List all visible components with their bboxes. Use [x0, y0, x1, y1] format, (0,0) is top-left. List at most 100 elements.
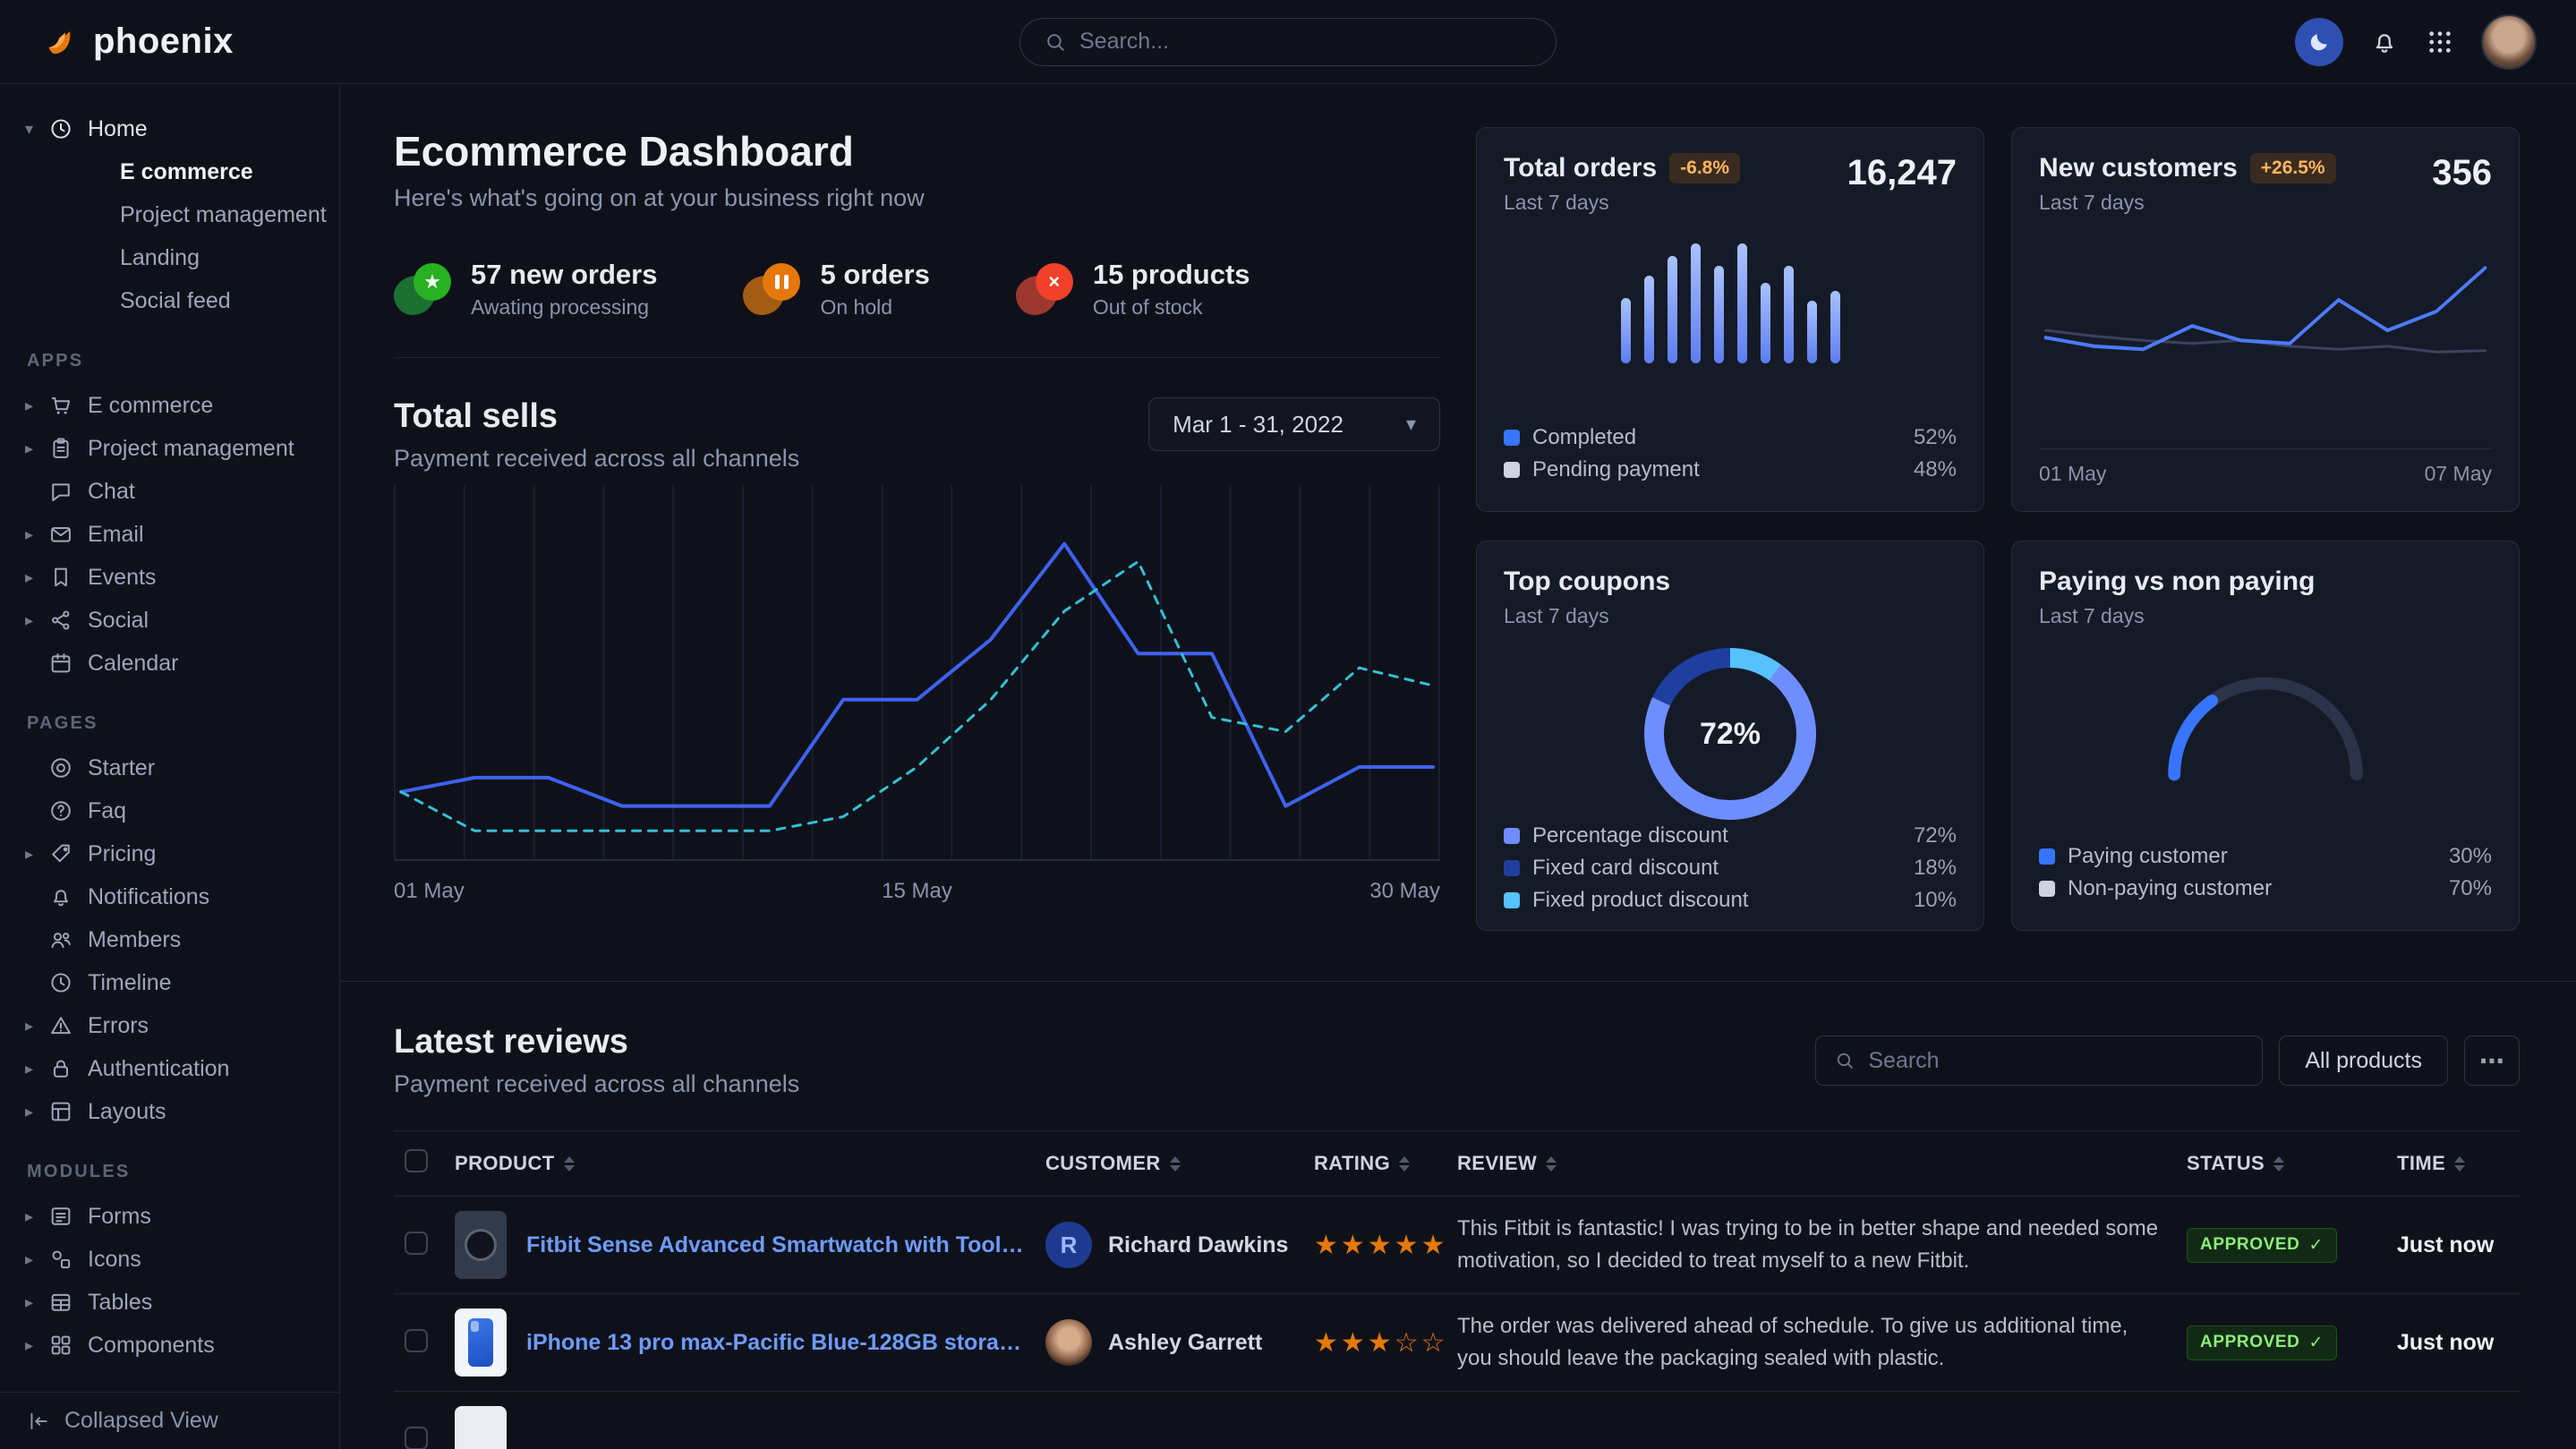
column-header-review[interactable]: REVIEW: [1446, 1131, 2176, 1197]
column-header-product[interactable]: PRODUCT: [444, 1131, 1035, 1197]
main-content: Ecommerce Dashboard Here's what's going …: [340, 84, 2576, 1449]
collapse-label: Collapsed View: [64, 1408, 218, 1434]
row-checkbox[interactable]: [405, 1232, 428, 1255]
sidebar-item-project-management[interactable]: ▸Project management: [0, 427, 339, 470]
card-period: Last 7 days: [2039, 604, 2492, 628]
sidebar-subitem-e-commerce[interactable]: E commerce: [0, 150, 339, 193]
sort-icon: [1170, 1156, 1181, 1172]
legend-label: Fixed product discount: [1532, 888, 1901, 913]
legend-value: 10%: [1914, 888, 1957, 913]
column-header-customer[interactable]: CUSTOMER: [1035, 1131, 1303, 1197]
sidebar-item-e-commerce[interactable]: ▸E commerce: [0, 384, 339, 427]
apps-grid-button[interactable]: [2426, 28, 2454, 56]
page-title: Ecommerce Dashboard: [394, 127, 1440, 175]
total-sells-title: Total sells: [394, 397, 799, 436]
legend-item: Pending payment48%: [1504, 454, 1957, 486]
status-badge: APPROVED✓: [2187, 1228, 2337, 1263]
legend-value: 70%: [2449, 876, 2492, 901]
phone-body: [468, 1318, 493, 1367]
customer-avatar: R: [1045, 1222, 1092, 1268]
notifications-button[interactable]: [2370, 28, 2399, 56]
sidebar-subitem-social-feed[interactable]: Social feed: [0, 279, 339, 322]
column-header-time[interactable]: TIME: [2386, 1131, 2520, 1197]
sidebar-subitem-project-management[interactable]: Project management: [0, 193, 339, 236]
sidebar-item-components[interactable]: ▸Components: [0, 1324, 339, 1367]
global-search[interactable]: [1019, 18, 1557, 66]
new-customers-x-axis: 01 May07 May: [2039, 448, 2492, 486]
status-label: APPROVED: [2200, 1333, 2299, 1352]
all-products-button[interactable]: All products: [2279, 1036, 2448, 1086]
reviews-search-input[interactable]: [1868, 1048, 2244, 1074]
product-link[interactable]: Fitbit Sense Advanced Smartwatch with To…: [526, 1232, 1024, 1258]
sidebar-item-faq[interactable]: Faq: [0, 789, 339, 832]
sidebar-item-tables[interactable]: ▸Tables: [0, 1281, 339, 1324]
caret-right-icon: ▸: [25, 1103, 48, 1121]
sidebar-item-notifications[interactable]: Notifications: [0, 875, 339, 918]
brand[interactable]: phoenix: [39, 20, 234, 64]
cart-icon: [48, 393, 88, 418]
sidebar-item-pricing[interactable]: ▸Pricing: [0, 832, 339, 875]
stat-icon-wrap: ★: [394, 263, 451, 315]
sidebar-item-authentication[interactable]: ▸Authentication: [0, 1047, 339, 1090]
change-badge: +26.5%: [2250, 153, 2336, 183]
row-checkbox[interactable]: [405, 1427, 428, 1449]
review-text: This Fitbit is fantastic! I was trying t…: [1457, 1213, 2164, 1277]
legend-item: Fixed product discount 10%: [1504, 884, 1957, 916]
sidebar-item-label: Starter: [88, 755, 321, 781]
bar: [1761, 283, 1770, 363]
review-time: Just now: [2397, 1330, 2494, 1355]
sidebar-item-layouts[interactable]: ▸Layouts: [0, 1090, 339, 1133]
card-period: Last 7 days: [2039, 191, 2336, 215]
product-link[interactable]: iPhone 13 pro max-Pacific Blue-128GB sto…: [526, 1330, 1024, 1356]
alert-icon: [48, 1013, 88, 1038]
sidebar-item-calendar[interactable]: Calendar: [0, 642, 339, 685]
customer-avatar: [1045, 1319, 1092, 1366]
global-search-input[interactable]: [1079, 29, 1532, 55]
select-all-checkbox[interactable]: [405, 1149, 428, 1172]
sidebar-item-members[interactable]: Members: [0, 918, 339, 961]
sidebar-item-label: Social: [88, 608, 321, 634]
sidebar-subitem-landing[interactable]: Landing: [0, 236, 339, 279]
paying-legend: Paying customer30%Non-paying customer70%: [2039, 840, 2492, 905]
theme-toggle-button[interactable]: [2295, 18, 2343, 66]
sidebar-item-starter[interactable]: Starter: [0, 746, 339, 789]
sidebar-item-label: Pricing: [88, 841, 321, 867]
total-sells-x-axis: 01 May15 May30 May: [394, 879, 1440, 904]
column-header-inner: STATUS: [2187, 1152, 2376, 1175]
column-header-rating[interactable]: RATING: [1303, 1131, 1446, 1197]
total-orders-value: 16,247: [1847, 153, 1957, 193]
sidebar-item-icons[interactable]: ▸Icons: [0, 1238, 339, 1281]
bar: [1621, 298, 1631, 363]
user-avatar[interactable]: [2481, 14, 2537, 70]
row-checkbox[interactable]: [405, 1329, 428, 1352]
x-tick: 01 May: [394, 879, 465, 904]
stat-text: 15 productsOut of stock: [1093, 259, 1250, 320]
product-cell: Fitbit Sense Advanced Smartwatch with To…: [455, 1211, 1024, 1279]
date-range-value: Mar 1 - 31, 2022: [1173, 411, 1343, 439]
sidebar-item-social[interactable]: ▸Social: [0, 599, 339, 642]
sidebar-item-home[interactable]: ▾Home: [0, 107, 339, 150]
bar: [1737, 243, 1747, 363]
top-navbar: phoenix: [0, 0, 2576, 84]
sidebar-item-events[interactable]: ▸Events: [0, 556, 339, 599]
sidebar-item-errors[interactable]: ▸Errors: [0, 1004, 339, 1047]
column-header-status[interactable]: STATUS: [2176, 1131, 2386, 1197]
customer-cell: Ashley Garrett: [1045, 1319, 1292, 1366]
legend-swatch: [2039, 881, 2055, 897]
x-tick: 30 May: [1369, 879, 1440, 904]
form-icon: [48, 1204, 88, 1229]
coupons-donut-chart: 72%: [1644, 648, 1816, 820]
sidebar-item-timeline[interactable]: Timeline: [0, 961, 339, 1004]
sort-icon: [564, 1156, 575, 1172]
sidebar-item-chat[interactable]: Chat: [0, 470, 339, 513]
more-options-button[interactable]: ⋯: [2464, 1036, 2520, 1086]
sidebar-item-email[interactable]: ▸Email: [0, 513, 339, 556]
sidebar-item-forms[interactable]: ▸Forms: [0, 1195, 339, 1238]
date-range-select[interactable]: Mar 1 - 31, 2022 ▾: [1148, 397, 1440, 451]
donut-center-value: 72%: [1700, 717, 1761, 752]
stat-subtitle: Awating processing: [471, 295, 657, 320]
reviews-search[interactable]: [1815, 1036, 2263, 1086]
legend-swatch: [1504, 828, 1520, 844]
collapse-view-button[interactable]: Collapsed View: [0, 1392, 339, 1449]
star-icon: ★: [414, 263, 451, 301]
